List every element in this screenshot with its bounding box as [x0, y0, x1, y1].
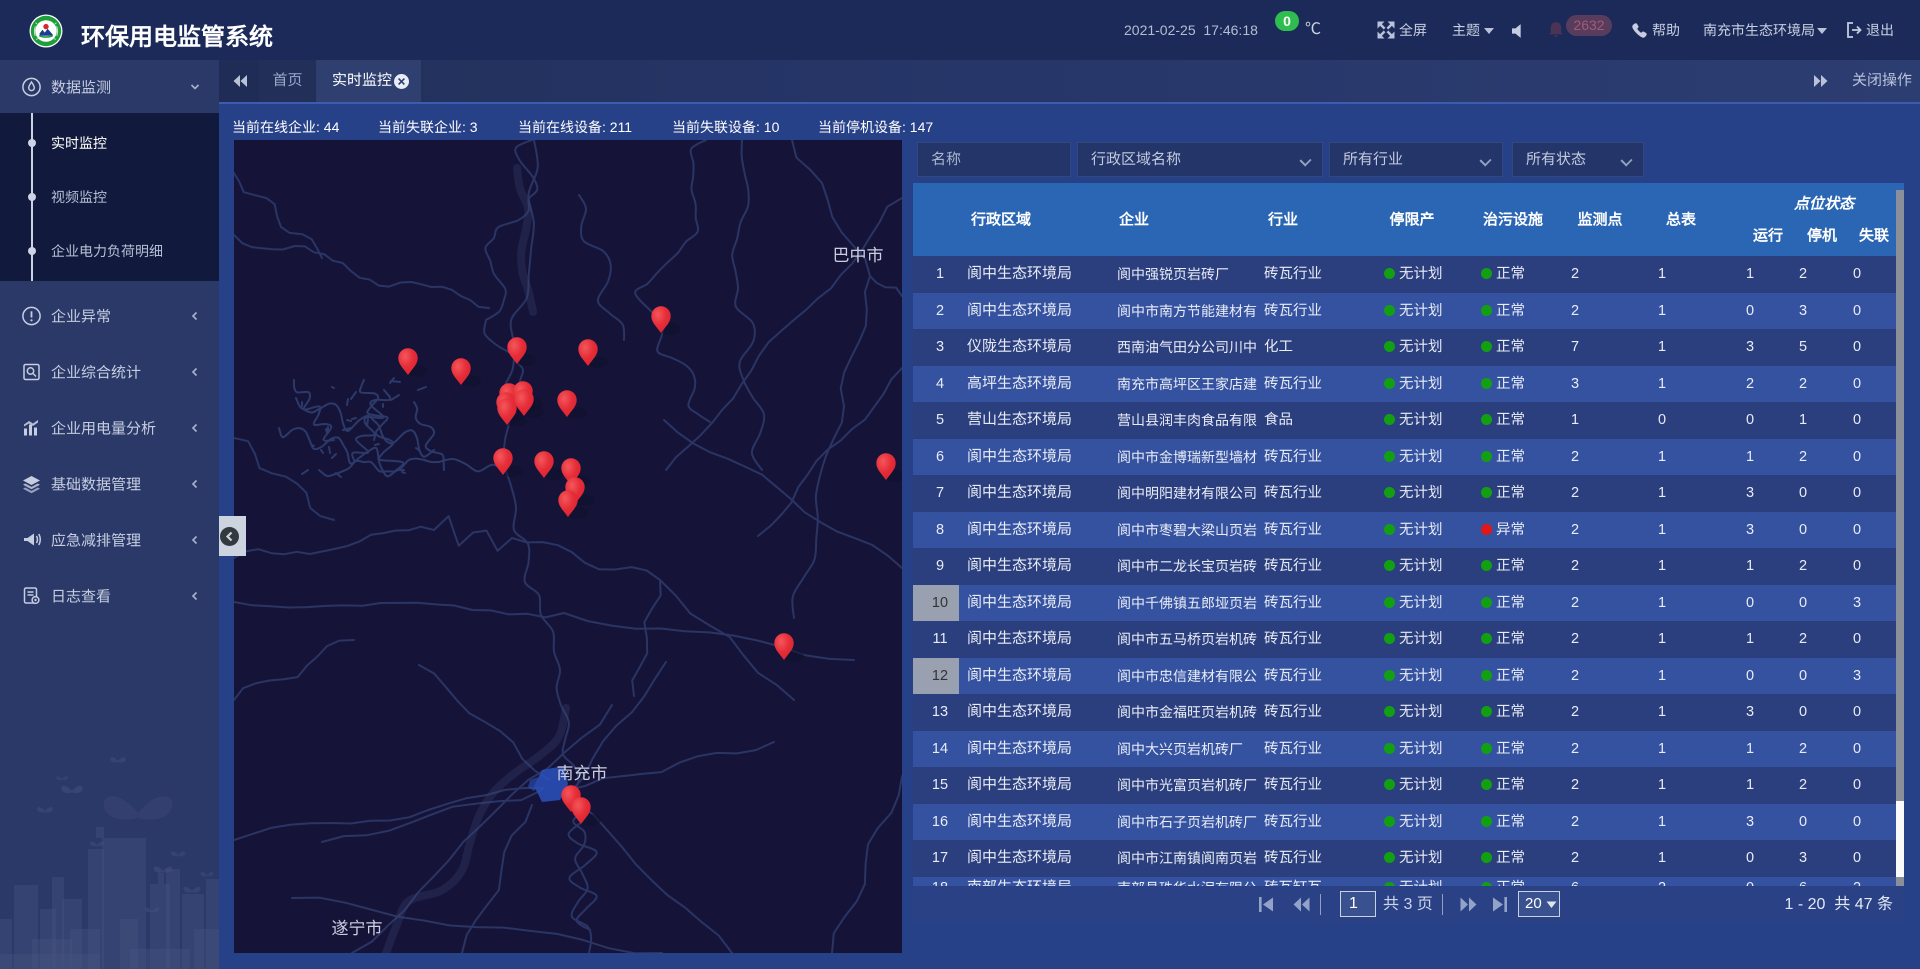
- svg-text:南充市: 南充市: [557, 764, 608, 783]
- svg-text:遂宁市: 遂宁市: [332, 919, 383, 938]
- svg-text:巴中市: 巴中市: [833, 246, 884, 265]
